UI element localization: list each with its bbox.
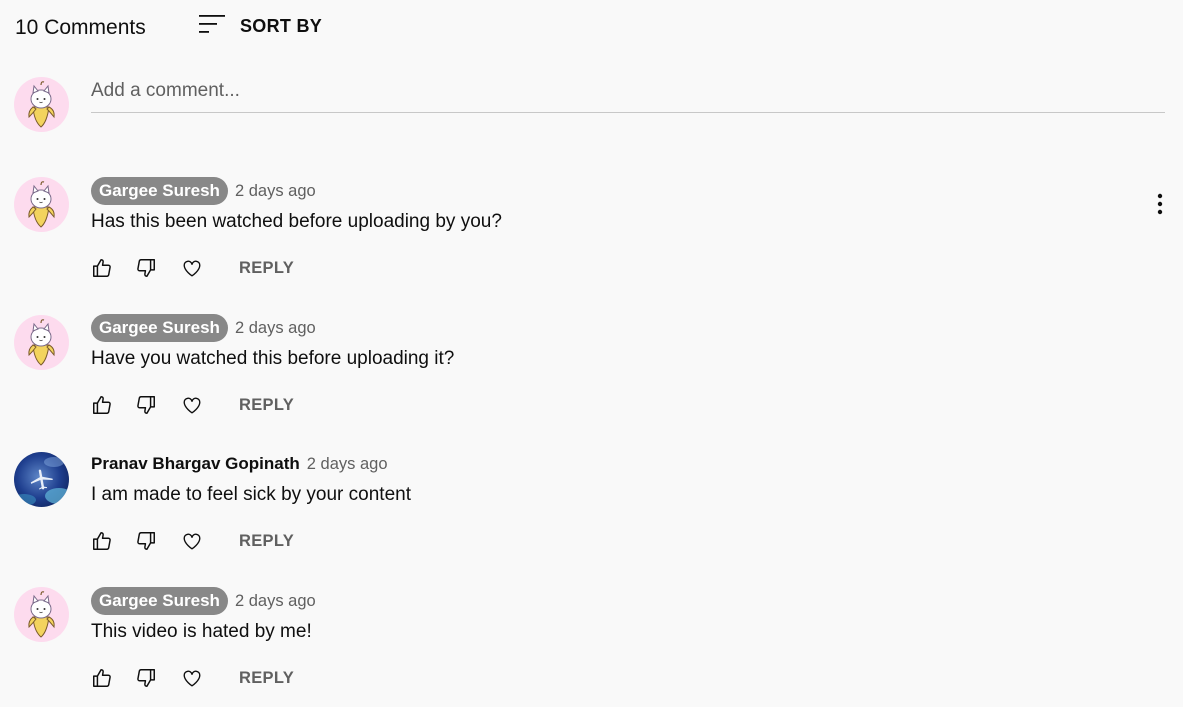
dislike-button[interactable] [135, 530, 157, 552]
sort-icon [198, 12, 226, 41]
sort-by-label: SORT BY [240, 16, 323, 36]
comment-text: Have you watched this before uploading i… [91, 348, 455, 369]
thumb-down-icon [135, 257, 157, 279]
comment-author[interactable]: Gargee Suresh [91, 177, 228, 205]
reply-button[interactable]: REPLY [239, 532, 294, 551]
add-comment-input[interactable] [91, 75, 1165, 107]
comment-author[interactable]: Gargee Suresh [91, 314, 228, 342]
heart-button[interactable] [181, 667, 203, 689]
like-button[interactable] [91, 257, 113, 279]
more-vertical-icon [1157, 193, 1163, 215]
comment-text: Has this been watched before uploading b… [91, 211, 502, 232]
comment-timestamp[interactable]: 2 days ago [235, 592, 316, 611]
comment-menu-button[interactable] [1150, 190, 1170, 218]
current-user-avatar[interactable] [14, 77, 69, 132]
comment-text: This video is hated by me! [91, 621, 312, 642]
thumb-up-icon [91, 667, 113, 689]
like-button[interactable] [91, 667, 113, 689]
comment-count: 10 Comments [15, 16, 146, 39]
comment-timestamp[interactable]: 2 days ago [235, 319, 316, 338]
heart-button[interactable] [181, 394, 203, 416]
reply-button[interactable]: REPLY [239, 259, 294, 278]
comment-author[interactable]: Gargee Suresh [91, 587, 228, 615]
heart-icon [181, 667, 203, 689]
thumb-up-icon [91, 257, 113, 279]
heart-button[interactable] [181, 530, 203, 552]
comment-item: Gargee Suresh 2 days ago Has this been w… [0, 177, 1183, 297]
comment-item: Pranav Bhargav Gopinath 2 days ago I am … [0, 450, 1183, 570]
like-button[interactable] [91, 394, 113, 416]
heart-icon [181, 394, 203, 416]
sort-by-button[interactable]: SORT BY [198, 12, 322, 41]
comment-item: Gargee Suresh 2 days ago This video is h… [0, 587, 1183, 707]
thumb-down-icon [135, 530, 157, 552]
dislike-button[interactable] [135, 667, 157, 689]
add-comment-field[interactable] [91, 75, 1165, 113]
dislike-button[interactable] [135, 394, 157, 416]
heart-icon [181, 530, 203, 552]
dislike-button[interactable] [135, 257, 157, 279]
comment-author[interactable]: Pranav Bhargav Gopinath [91, 454, 300, 474]
reply-button[interactable]: REPLY [239, 396, 294, 415]
thumb-down-icon [135, 394, 157, 416]
comments-header: 10 Comments [15, 12, 146, 44]
thumb-up-icon [91, 394, 113, 416]
comment-text: I am made to feel sick by your content [91, 484, 411, 505]
like-button[interactable] [91, 530, 113, 552]
reply-button[interactable]: REPLY [239, 669, 294, 688]
comment-timestamp[interactable]: 2 days ago [235, 182, 316, 201]
comment-timestamp[interactable]: 2 days ago [307, 455, 388, 474]
thumb-up-icon [91, 530, 113, 552]
heart-button[interactable] [181, 257, 203, 279]
thumb-down-icon [135, 667, 157, 689]
heart-icon [181, 257, 203, 279]
comment-item: Gargee Suresh 2 days ago Have you watche… [0, 314, 1183, 434]
